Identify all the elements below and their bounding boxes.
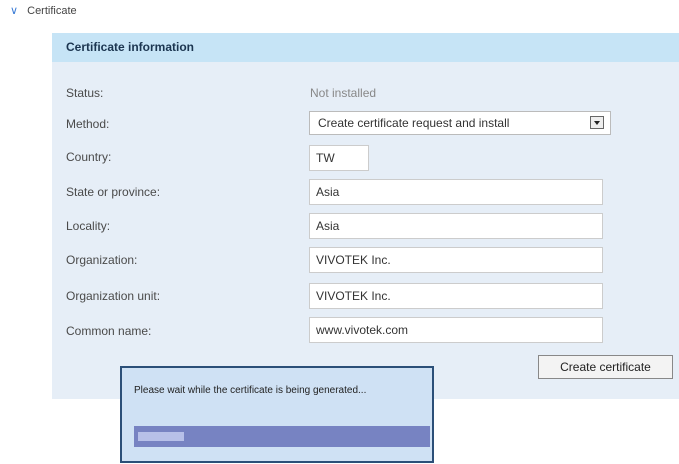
state-label: State or province: [66, 185, 161, 199]
dropdown-arrow-icon[interactable] [590, 116, 604, 129]
section-title: Certificate [27, 5, 77, 17]
create-certificate-button[interactable]: Create certificate [538, 355, 673, 379]
common-name-label: Common name: [66, 324, 152, 338]
dialog-message: Please wait while the certificate is bei… [134, 385, 367, 396]
organization-field[interactable]: VIVOTEK Inc. [309, 247, 603, 273]
country-label: Country: [66, 150, 112, 164]
panel-header: Certificate information [52, 33, 679, 62]
organization-unit-field[interactable]: VIVOTEK Inc. [309, 283, 603, 309]
method-selected-value: Create certificate request and install [318, 116, 510, 130]
organization-unit-label: Organization unit: [66, 289, 161, 303]
locality-field[interactable]: Asia [309, 213, 603, 239]
method-label: Method: [66, 117, 110, 131]
locality-label: Locality: [66, 219, 111, 233]
common-name-field[interactable]: www.vivotek.com [309, 317, 603, 343]
section-toggle-certificate[interactable]: ∨ Certificate [10, 4, 77, 17]
certificate-panel: Certificate information Status: Not inst… [52, 33, 679, 399]
method-select[interactable]: Create certificate request and install [309, 111, 611, 135]
organization-label: Organization: [66, 253, 138, 267]
chevron-down-icon: ∨ [10, 5, 19, 17]
progress-fill [138, 432, 184, 441]
state-field[interactable]: Asia [309, 179, 603, 205]
progress-dialog: Please wait while the certificate is bei… [120, 366, 434, 463]
country-field[interactable]: TW [309, 145, 369, 171]
status-value: Not installed [310, 86, 377, 100]
status-label: Status: [66, 86, 104, 100]
progress-bar [134, 426, 430, 447]
